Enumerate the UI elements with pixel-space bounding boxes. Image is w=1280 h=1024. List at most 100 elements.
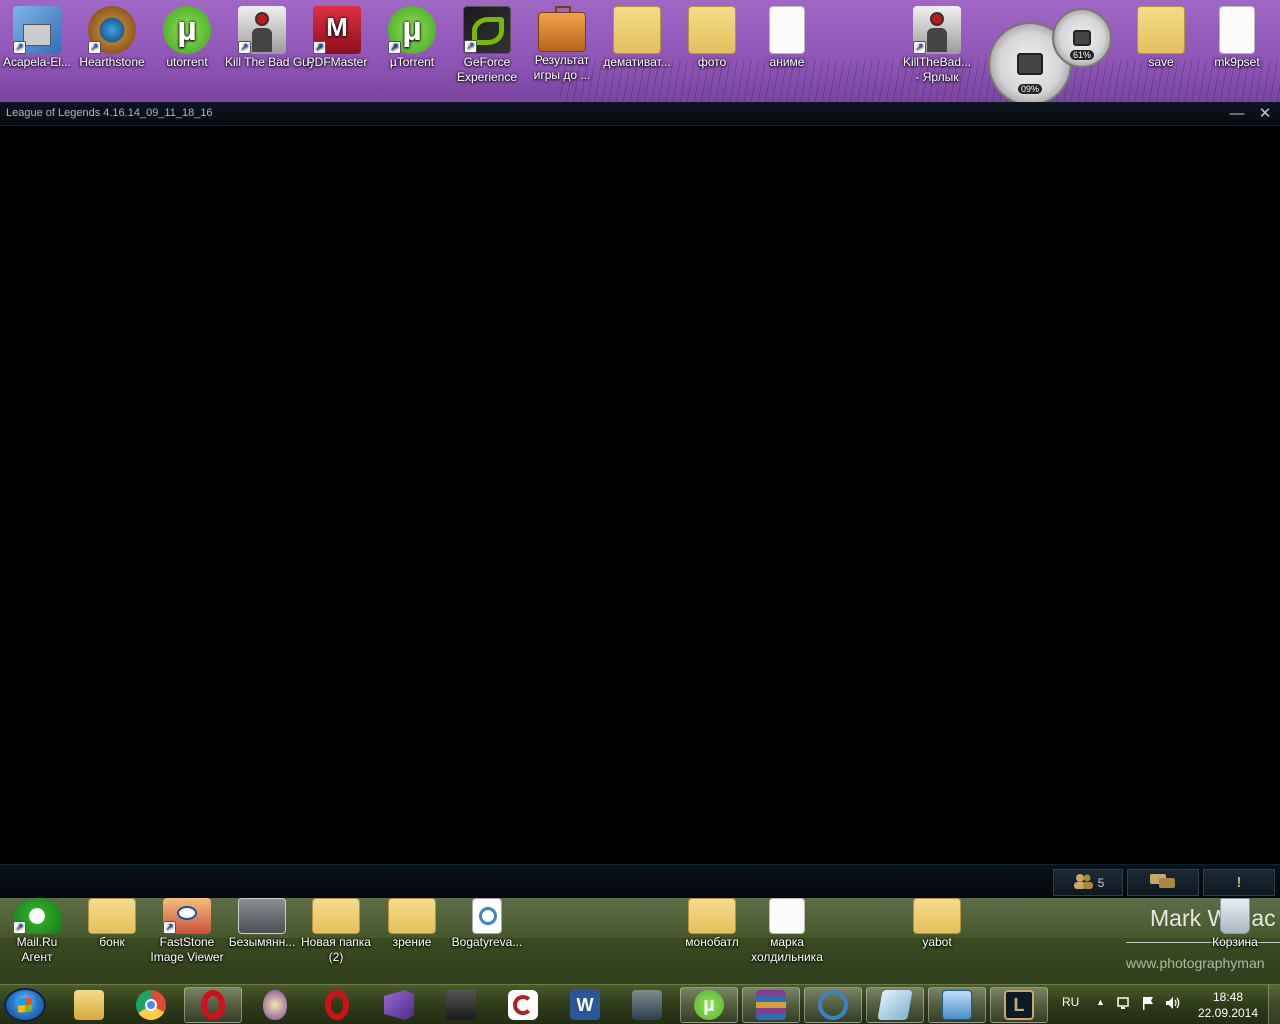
- friends-icon: [1072, 873, 1094, 892]
- taskbar-ccleaner[interactable]: [494, 987, 552, 1023]
- cpu-percent: 09%: [1017, 84, 1043, 94]
- taskbar-explorer[interactable]: [60, 987, 118, 1023]
- action-center-flag-icon[interactable]: [1140, 995, 1156, 1024]
- killthebadguy-icon: ↗: [913, 6, 961, 54]
- desktop-icon-hearthstone[interactable]: ↗ Hearthstone: [75, 6, 149, 70]
- friends-list-button[interactable]: 5: [1053, 869, 1123, 896]
- taskbar-visual-studio[interactable]: [370, 987, 428, 1023]
- show-hidden-icons-button[interactable]: ▲: [1096, 997, 1105, 1024]
- game-content-area[interactable]: [0, 127, 1280, 865]
- notifications-button[interactable]: !: [1203, 869, 1275, 896]
- desktop-icon-label: Безымянн...: [228, 935, 296, 949]
- chat-button[interactable]: [1127, 869, 1199, 896]
- desktop-icon-demativ[interactable]: демативат...: [600, 6, 674, 70]
- desktop-icon-pdfmaster[interactable]: M ↗ PDFMaster: [300, 6, 374, 70]
- desktop-icon-recycle-bin[interactable]: Корзина: [1198, 898, 1272, 950]
- mailru-agent-icon: ↗: [13, 898, 61, 934]
- taskbar-warrior-game[interactable]: [618, 987, 676, 1023]
- network-icon[interactable]: [1116, 995, 1132, 1024]
- alert-icon: !: [1236, 874, 1242, 891]
- taskbar-word[interactable]: W: [556, 987, 614, 1023]
- taskbar-opera[interactable]: [184, 987, 242, 1023]
- clock[interactable]: 18:48 22.09.2014: [1192, 989, 1264, 1024]
- utorrent-icon: µ: [694, 990, 724, 1020]
- minimize-button[interactable]: —: [1225, 104, 1249, 124]
- league-of-legends-window[interactable]: League of Legends 4.16.14_09_11_18_16 — …: [0, 102, 1280, 898]
- installer-icon: ↗: [13, 6, 61, 54]
- desktop-icon-label: бонк: [99, 935, 125, 949]
- molecule-app-icon: [818, 990, 848, 1020]
- desktop-icon-monobatl[interactable]: монобатл: [675, 898, 749, 950]
- language-indicator[interactable]: RU: [1062, 995, 1079, 1024]
- desktop-icon-anime[interactable]: аниме: [750, 6, 824, 70]
- taskbar-control-panel[interactable]: [928, 987, 986, 1023]
- folder-icon: [1137, 6, 1185, 54]
- folder-icon: [312, 898, 360, 934]
- cpu-chip-icon: [1017, 53, 1043, 75]
- desktop-icon-utorrent[interactable]: µ utorrent: [150, 6, 224, 70]
- ram-gauge-gadget[interactable]: 61%: [1052, 8, 1112, 68]
- desktop-icon-geforce[interactable]: ↗ GeForce Experience: [450, 6, 524, 85]
- desktop-icon-killthebad-shortcut[interactable]: ↗ KillTheBad... - Ярлык: [900, 6, 974, 85]
- desktop-icon-label: демативат...: [603, 55, 671, 69]
- opera-icon: [201, 990, 225, 1020]
- taskbar: W µ L RU ▲ 18:48 22.09.2014: [0, 984, 1280, 1024]
- visual-studio-icon: [384, 990, 414, 1020]
- clock-date: 22.09.2014: [1197, 1006, 1259, 1020]
- close-button[interactable]: ✕: [1253, 104, 1277, 124]
- desktop-icon-rezultat[interactable]: Результат игры до ...: [525, 6, 599, 83]
- desktop-icon-bonk[interactable]: бонк: [75, 898, 149, 950]
- taskbar-game-avatar[interactable]: [432, 987, 490, 1023]
- desktop-icon-mk9pset[interactable]: mk9pset: [1200, 6, 1274, 70]
- pdfmaster-icon: M ↗: [313, 6, 361, 54]
- desktop-icon-mailru-agent[interactable]: ↗ Mail.Ru Агент: [0, 898, 74, 965]
- desktop-icon-bezymyanny[interactable]: Безымянн...: [225, 898, 299, 950]
- desktop-icon-foto[interactable]: фото: [675, 6, 749, 70]
- desktop-icon-faststone[interactable]: ↗ FastStone Image Viewer: [150, 898, 224, 965]
- desktop-icon-bogatyreva[interactable]: Bogatyreva...: [450, 898, 524, 950]
- desktop-icon-label: FastStone Image Viewer: [150, 935, 224, 964]
- taskbar-winrar[interactable]: [742, 987, 800, 1023]
- notepad-icon: [877, 990, 913, 1020]
- warrior-game-icon: [632, 990, 662, 1020]
- desktop-icon-mutorrent[interactable]: µ ↗ µTorrent: [375, 6, 449, 70]
- chat-bubbles-icon: [1149, 873, 1177, 892]
- desktop-icon-save[interactable]: save: [1124, 6, 1198, 70]
- window-titlebar[interactable]: League of Legends 4.16.14_09_11_18_16 — …: [0, 102, 1280, 126]
- volume-icon[interactable]: [1164, 995, 1182, 1024]
- desktop-icon-label: yabot: [922, 935, 952, 949]
- taskbar-utorrent[interactable]: µ: [680, 987, 738, 1023]
- taskbar-opera-2[interactable]: [308, 987, 366, 1023]
- desktop-icon-label: save: [1148, 55, 1174, 69]
- desktop-icon-kill-the-bad-guy[interactable]: ↗ Kill The Bad Guy: [225, 6, 315, 70]
- document-icon: [769, 6, 805, 54]
- control-panel-icon: [942, 990, 972, 1020]
- desktop-icon-label: фото: [697, 55, 727, 69]
- folder-icon: [688, 6, 736, 54]
- desktop-icon-acapela[interactable]: ↗ Acapela-El...: [0, 6, 74, 70]
- faststone-icon: ↗: [163, 898, 211, 934]
- desktop-icon-label: Корзина: [1212, 935, 1258, 949]
- folder-icon: [913, 898, 961, 934]
- desktop-icon-label: GeForce Experience: [456, 55, 518, 84]
- taskbar-chrome[interactable]: [122, 987, 180, 1023]
- explorer-icon: [74, 990, 104, 1020]
- folder-icon: [613, 6, 661, 54]
- taskbar-notepad[interactable]: [866, 987, 924, 1023]
- desktop-icon-label: зрение: [392, 935, 432, 949]
- desktop-icon-label: mk9pset: [1214, 55, 1260, 69]
- desktop-icon-yabot[interactable]: yabot: [900, 898, 974, 950]
- league-of-legends-icon: L: [1004, 990, 1034, 1020]
- taskbar-molecule-app[interactable]: [804, 987, 862, 1023]
- desktop-icon-novaya-papka[interactable]: Новая папка (2): [299, 898, 373, 965]
- desktop-icon-zrenie[interactable]: зрение: [375, 898, 449, 950]
- word-icon: W: [570, 990, 600, 1020]
- desktop-icon-marka[interactable]: марка холдильника: [745, 898, 829, 965]
- desktop-icon-label: аниме: [769, 55, 805, 69]
- desktop-icon-label: Acapela-El...: [2, 55, 72, 69]
- taskbar-league-of-legends[interactable]: L: [990, 987, 1048, 1023]
- geforce-icon: ↗: [463, 6, 511, 54]
- start-button[interactable]: [4, 988, 46, 1022]
- show-desktop-button[interactable]: [1268, 985, 1280, 1024]
- taskbar-tor-browser[interactable]: [246, 987, 304, 1023]
